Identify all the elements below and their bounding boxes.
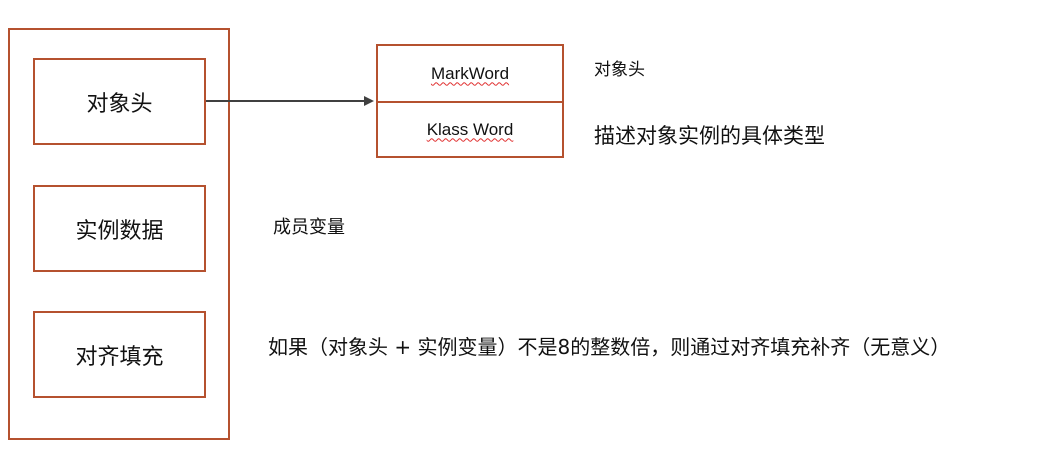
klass-word-label: Klass Word [427, 120, 514, 140]
padding-note: 如果（对象头 + 实例变量）不是8的整数倍，则通过对齐填充补齐（无意义） [268, 335, 951, 359]
mark-word-label: MarkWord [430, 63, 510, 83]
klass-word-row: Klass Word [378, 102, 562, 157]
object-header-box: 对象头 [33, 58, 206, 145]
klass-word-first: Klass Word [426, 119, 514, 139]
header-note: 对象头 [594, 60, 645, 80]
instance-data-box: 实例数据 [33, 185, 206, 272]
header-expansion-arrow [206, 96, 374, 106]
instance-note: 成员变量 [273, 217, 345, 238]
instance-data-label: 实例数据 [75, 218, 164, 244]
object-header-label: 对象头 [86, 91, 153, 117]
mark-word-row: MarkWord [378, 46, 562, 101]
object-header-detail-box: MarkWord Klass Word [376, 44, 564, 158]
klass-note: 描述对象实例的具体类型 [594, 124, 825, 148]
padding-box: 对齐填充 [33, 311, 206, 398]
padding-label: 对齐填充 [75, 344, 164, 370]
